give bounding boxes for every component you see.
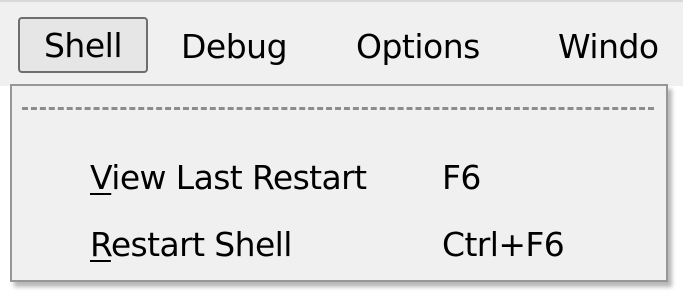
- menu-entry-restart-shell[interactable]: Restart Shell Ctrl+F6: [12, 220, 666, 276]
- shell-menu-dropdown: View Last Restart F6 Restart Shell Ctrl+…: [10, 84, 668, 282]
- menu-entry-label: View Last Restart: [90, 155, 367, 201]
- menu-entry-accelerator: F6: [442, 158, 481, 197]
- menu-entry-label-rest: estart Shell: [110, 225, 293, 264]
- menu-debug[interactable]: Debug: [181, 24, 288, 70]
- tearoff-separator[interactable]: [22, 107, 654, 110]
- mnemonic-letter: V: [90, 158, 112, 197]
- app-window: Shell Debug Options Windo View Last Rest…: [0, 0, 683, 293]
- menu-window[interactable]: Windo: [558, 24, 659, 70]
- mnemonic-letter: R: [90, 225, 111, 264]
- menu-options[interactable]: Options: [356, 24, 480, 70]
- menu-entry-label: Restart Shell: [90, 222, 292, 268]
- menu-entry-accelerator: Ctrl+F6: [442, 225, 565, 264]
- menu-bar: Shell Debug Options Windo: [0, 0, 683, 86]
- menu-entry-view-last-restart[interactable]: View Last Restart F6: [12, 153, 666, 209]
- menu-shell[interactable]: Shell: [18, 17, 148, 73]
- menu-entry-label-rest: iew Last Restart: [111, 158, 367, 197]
